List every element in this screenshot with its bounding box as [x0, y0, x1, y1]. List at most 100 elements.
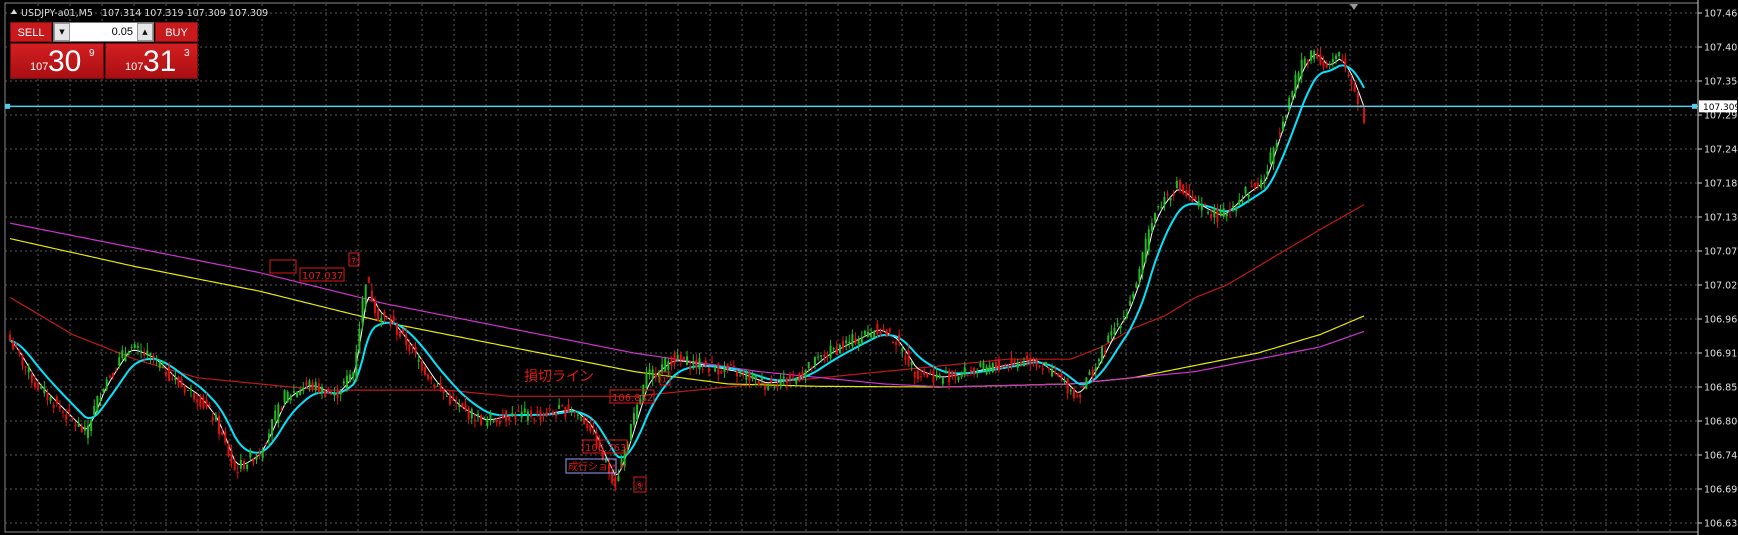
candle-body [389, 320, 392, 325]
candle-body [392, 316, 395, 323]
candle-body [1163, 197, 1166, 205]
candle-body [885, 329, 888, 337]
candle-body [461, 402, 464, 408]
candle-body [43, 387, 46, 394]
candle-body [1303, 58, 1306, 66]
candle-body [1322, 61, 1325, 67]
candle-body [945, 372, 947, 374]
candle-body [767, 386, 770, 390]
candle-body [1194, 197, 1197, 200]
bid-line-handle-right[interactable] [1692, 103, 1697, 109]
buy-price-button[interactable]: 107 31 3 [105, 43, 198, 79]
candle-body [355, 351, 358, 378]
candle-body [711, 361, 713, 363]
candle-body [1310, 50, 1313, 61]
candle-body [102, 388, 105, 393]
candle-body [748, 371, 751, 381]
candle-body [436, 385, 439, 387]
price-chart[interactable]: 成行ショート 107.037 ⑦ 損切ライン 106.832 ① 106.763… [0, 0, 1738, 535]
candle-body [583, 416, 586, 425]
window-menu-icon[interactable] [11, 9, 17, 14]
candle-body [9, 334, 11, 341]
candle-body [1041, 368, 1044, 370]
candle-body [333, 392, 336, 396]
candle-body [255, 456, 258, 460]
candle-body [860, 337, 863, 344]
candle-body [988, 365, 991, 371]
candle-body [1266, 171, 1269, 175]
price-axis[interactable]: 107.460107.405107.350107.295107.240107.1… [1698, 9, 1738, 530]
candle-body [149, 353, 152, 357]
candle-body [111, 373, 114, 377]
candle-body [561, 405, 564, 407]
candle-body [726, 363, 729, 370]
candle-body [1001, 367, 1004, 369]
candle-body [1269, 152, 1272, 164]
candle-body [1094, 367, 1097, 371]
candle-body [863, 330, 866, 335]
candle-body [1079, 394, 1082, 398]
candle-body [817, 356, 820, 358]
lot-size-input[interactable] [71, 23, 136, 41]
candle-body [985, 366, 988, 375]
candle-body [233, 460, 236, 471]
candle-body [165, 372, 167, 377]
candle-body [1144, 238, 1147, 263]
candle-body [829, 345, 832, 359]
chart-window[interactable]: 成行ショート 107.037 ⑦ 損切ライン 106.832 ① 106.763… [0, 0, 1738, 535]
candle-body [1138, 268, 1141, 282]
candle-body [367, 276, 370, 284]
candle-body [1122, 316, 1125, 318]
price-tick-label: 106.800 [1704, 417, 1738, 428]
candle-body [539, 410, 542, 420]
sell-button[interactable]: SELL [10, 22, 52, 42]
candle-body [402, 328, 405, 333]
candle-body [18, 349, 21, 354]
sell-price-button[interactable]: 107 30 9 [10, 43, 104, 79]
sell-price-fraction: 9 [89, 48, 95, 59]
candle-body [299, 390, 302, 395]
candle-body [274, 410, 277, 420]
candle-body [1294, 74, 1297, 93]
annotation-entry-price: 107.037 [302, 271, 343, 282]
candle-body [193, 393, 196, 400]
chart-shift-marker-icon[interactable] [1350, 4, 1358, 10]
bid-line-handle-left[interactable] [5, 103, 10, 109]
candle-body [489, 413, 492, 420]
candle-body [477, 413, 479, 417]
candle-body [1350, 80, 1353, 85]
candle-body [941, 377, 944, 384]
candle-body [339, 391, 342, 395]
candle-body [283, 390, 286, 403]
candle-body [1076, 395, 1079, 397]
candle-body [882, 329, 885, 331]
buy-button[interactable]: BUY [155, 22, 198, 42]
candle-body [380, 317, 383, 322]
candle-body [352, 372, 355, 378]
candle-body [239, 460, 242, 469]
lot-increase-icon[interactable]: ▲ [137, 23, 153, 41]
candle-body [645, 372, 648, 389]
candle-body [311, 382, 314, 389]
candle-body [589, 424, 592, 432]
candle-body [1213, 207, 1216, 218]
candle-body [1154, 212, 1157, 221]
lot-size-stepper[interactable]: ▼ ▲ [53, 22, 154, 42]
candle-body [24, 366, 27, 368]
candle-body [579, 417, 582, 419]
candle-body [486, 418, 489, 426]
candle-body [196, 398, 199, 403]
candle-body [1207, 212, 1210, 214]
candle-body [27, 366, 30, 373]
candle-body [1353, 84, 1356, 92]
candle-body [820, 354, 823, 357]
price-tick-label: 106.745 [1704, 451, 1738, 462]
lot-decrease-icon[interactable]: ▼ [54, 23, 70, 41]
annotation-marker-3: ⑨ [635, 481, 644, 492]
candle-body [1150, 223, 1153, 231]
candle-body [305, 382, 308, 386]
candle-body [707, 366, 710, 373]
price-tick-label: 107.075 [1704, 247, 1738, 258]
candle-body [848, 341, 851, 344]
candle-body [505, 410, 508, 421]
